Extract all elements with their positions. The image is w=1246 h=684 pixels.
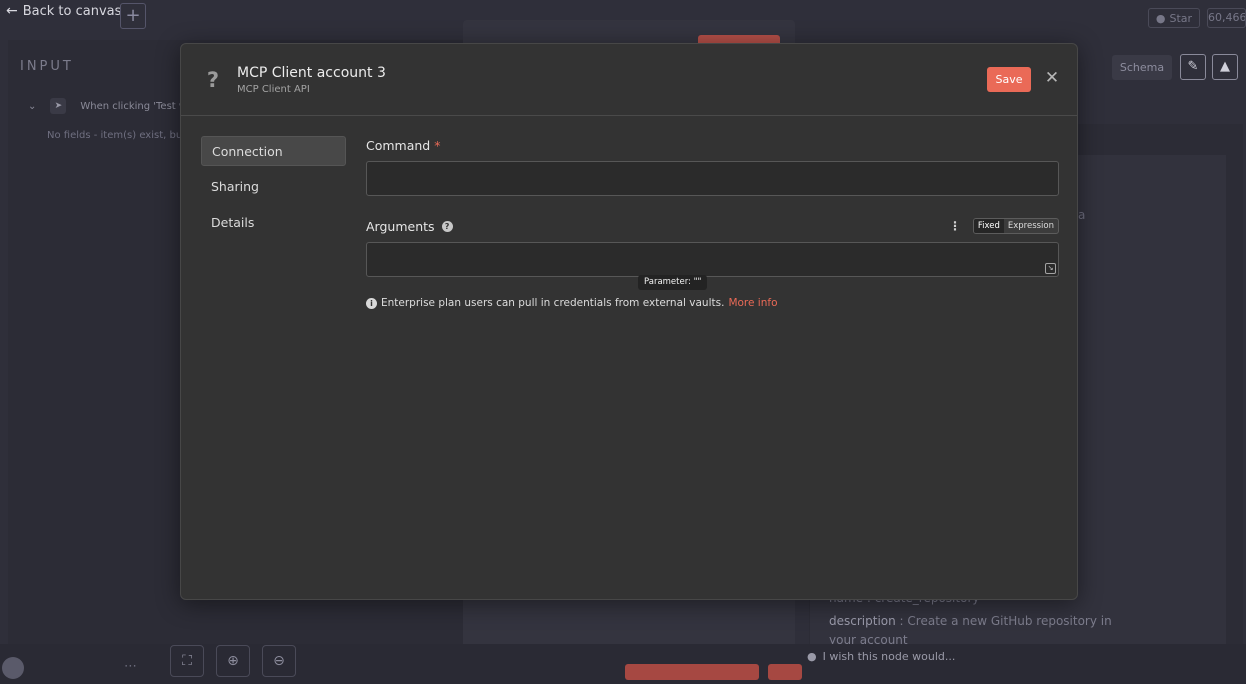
more-info-link[interactable]: More info — [728, 297, 777, 309]
info-icon: i — [366, 297, 377, 309]
input-panel-title: INPUT — [20, 59, 74, 74]
fit-view-button[interactable]: ⛶ — [170, 645, 204, 677]
github-icon: ● — [1155, 11, 1166, 25]
zoom-in-button[interactable]: ⊕ — [216, 645, 250, 677]
github-star-label: Star — [1169, 11, 1193, 25]
toggle-expression[interactable]: Expression — [1004, 219, 1058, 233]
github-star-count: 60,466 — [1207, 8, 1246, 28]
zoom-out-button[interactable]: ⊖ — [262, 645, 296, 677]
add-node-button[interactable]: + — [120, 3, 146, 29]
modal-sidebar: Connection Sharing Details — [201, 136, 346, 244]
notice-text: Enterprise plan users can pull in creden… — [381, 297, 725, 309]
execute-workflow-button[interactable] — [625, 664, 759, 680]
execute-options-button[interactable] — [768, 664, 802, 680]
save-button[interactable]: Save — [987, 67, 1031, 92]
toggle-fixed[interactable]: Fixed — [973, 219, 1004, 233]
credential-title[interactable]: MCP Client account 3 — [237, 65, 386, 81]
pin-icon: ▲ — [1220, 59, 1230, 74]
parameter-tooltip: Parameter: "" — [638, 275, 708, 290]
parameter-options-icon[interactable]: ⋮ — [949, 219, 961, 233]
more-options-icon[interactable]: ⋯ — [124, 659, 137, 674]
feedback-prompt[interactable]: ● I wish this node would... — [807, 650, 955, 663]
trigger-item[interactable]: ⌄ ➤ When clicking 'Test wo — [28, 98, 193, 114]
required-marker: * — [434, 137, 441, 153]
description-key: description — [829, 614, 896, 628]
connection-form: Command * Arguments ? ⋮ Fixed Expression… — [366, 136, 1059, 309]
feedback-text: I wish this node would... — [822, 650, 956, 663]
pointer-icon: ➤ — [50, 98, 67, 114]
close-icon[interactable]: ✕ — [1043, 67, 1061, 89]
output-faded-text: a — [1078, 208, 1086, 222]
sidebar-item-connection[interactable]: Connection — [201, 136, 346, 166]
enterprise-notice: i Enterprise plan users can pull in cred… — [366, 297, 1059, 309]
credential-type: MCP Client API — [237, 84, 310, 95]
arguments-label-text: Arguments — [366, 218, 435, 234]
tab-schema[interactable]: Schema — [1112, 55, 1172, 80]
sidebar-item-sharing[interactable]: Sharing — [201, 172, 346, 202]
help-icon[interactable]: ? — [441, 220, 453, 232]
github-star-button[interactable]: ● Star — [1148, 8, 1200, 28]
arrow-left-icon: ← — [6, 3, 18, 19]
modal-header: ? MCP Client account 3 MCP Client API Sa… — [181, 44, 1077, 116]
back-to-canvas-link[interactable]: ← Back to canvas — [6, 3, 121, 19]
chevron-down-icon: ⌄ — [28, 100, 37, 112]
no-fields-message: No fields - item(s) exist, but — [47, 130, 187, 141]
trigger-label: When clicking 'Test wo — [80, 100, 194, 112]
arguments-input[interactable]: ↘ Parameter: "" — [366, 242, 1059, 290]
expand-editor-icon[interactable]: ↘ — [1045, 263, 1056, 274]
command-label-text: Command — [366, 137, 431, 153]
lightbulb-icon: ● — [807, 650, 817, 663]
sidebar-item-details[interactable]: Details — [201, 208, 346, 238]
back-label: Back to canvas — [22, 3, 122, 19]
expand-icon: ⛶ — [182, 653, 192, 669]
avatar[interactable] — [2, 657, 24, 679]
edit-output-button[interactable]: ✎ — [1180, 54, 1206, 80]
zoom-out-icon: ⊖ — [273, 653, 285, 669]
question-mark-icon: ? — [206, 68, 220, 92]
command-label: Command * — [366, 136, 1059, 154]
pin-output-button[interactable]: ▲ — [1212, 54, 1238, 80]
fixed-expression-toggle: Fixed Expression — [972, 218, 1059, 234]
arguments-field: Arguments ? ⋮ Fixed Expression ↘ Paramet… — [366, 217, 1059, 290]
command-input[interactable] — [366, 161, 1059, 196]
zoom-in-icon: ⊕ — [227, 653, 239, 669]
pencil-icon: ✎ — [1187, 59, 1199, 74]
credential-modal: ? MCP Client account 3 MCP Client API Sa… — [180, 43, 1078, 600]
